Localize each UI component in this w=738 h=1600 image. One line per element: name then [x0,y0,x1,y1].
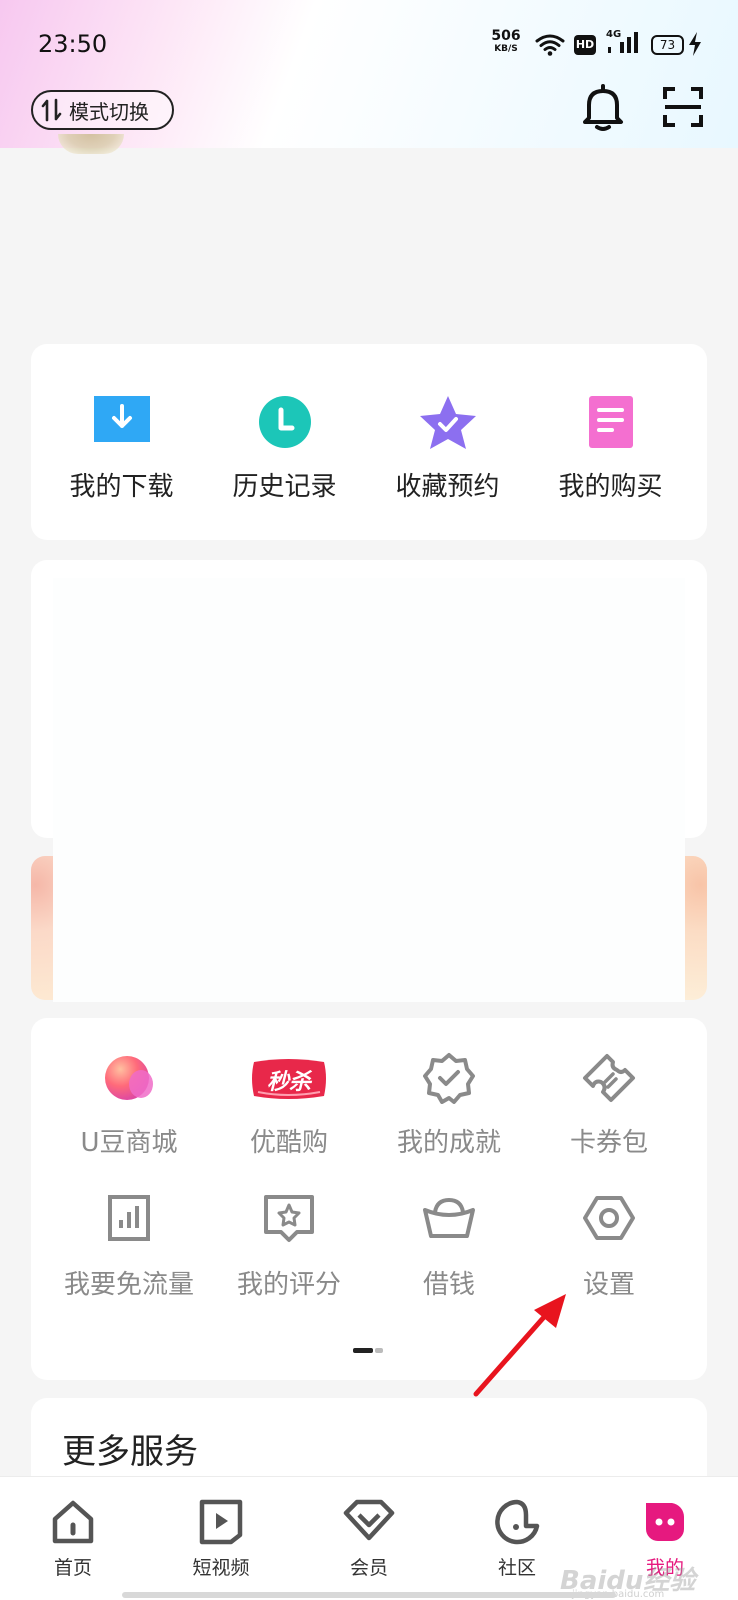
mode-switch-button[interactable]: 模式切换 [31,90,174,130]
play-icon [199,1499,243,1545]
service-label: U豆商城 [80,1128,178,1158]
quick-item-favorites[interactable]: 收藏预约 [363,344,532,540]
rating-icon [264,1195,314,1242]
clock-icon [258,396,311,448]
wifi-icon [535,34,565,56]
flash-sale-badge: 秒杀 [266,1070,311,1095]
tab-label: 短视频 [192,1557,250,1579]
scan-icon[interactable] [663,87,703,127]
service-my-rating[interactable]: 我的评分 [209,1194,369,1304]
banner-carousel-edge [685,856,707,1000]
ticket-icon [583,1054,635,1102]
status-bar: 23:50 506 KB/S HD 4G 73 [0,0,738,90]
home-icon [52,1500,94,1544]
service-label: 我的成就 [396,1128,501,1158]
service-achievements[interactable]: 我的成就 [369,1052,529,1162]
network-speed-unit: KB/S [494,44,518,54]
settings-hex-icon [583,1196,635,1240]
mode-switch-label: 模式切换 [69,99,149,124]
ingot-icon [423,1197,475,1238]
quick-item-history[interactable]: 历史记录 [200,344,369,540]
service-label: 卡券包 [569,1128,648,1158]
battery-indicator: 73 [651,35,684,55]
annotation-arrow-icon [473,1294,566,1397]
charging-icon [689,32,701,56]
achievement-badge-icon [423,1053,475,1104]
hd-badge: HD [574,35,596,55]
more-services-title: 更多服务 [62,1432,198,1472]
banner-carousel-edge [31,856,53,1000]
swap-icon [41,98,62,122]
service-coupons[interactable]: 卡券包 [529,1052,689,1162]
quick-item-label: 收藏预约 [395,472,500,502]
avatar[interactable] [58,134,124,154]
page-dot [375,1348,383,1353]
service-free-data[interactable]: 我要免流量 [49,1194,209,1304]
quick-item-download[interactable]: 我的下载 [37,344,206,540]
home-indicator[interactable] [122,1592,616,1598]
bell-icon[interactable] [580,84,626,132]
star-icon [419,396,476,449]
service-youku-buy[interactable]: 秒杀 优酷购 [209,1052,369,1162]
quick-item-label: 我的下载 [69,472,174,502]
blank-overlay [53,578,685,1002]
service-label: 我的评分 [236,1270,341,1300]
quick-item-label: 我的购买 [558,472,663,502]
profile-icon [646,1503,685,1541]
network-speed: 506 KB/S [490,28,522,56]
download-icon [93,396,150,442]
page-dot-active [353,1348,373,1353]
tab-label: 首页 [53,1557,92,1579]
status-time: 23:50 [38,30,108,58]
quick-item-purchases[interactable]: 我的购买 [526,344,695,540]
tab-label: 社区 [497,1557,536,1579]
service-label: 我要免流量 [63,1270,194,1300]
services-card: U豆商城 秒杀 优酷购 我的成就 卡券包 我要免流量 我的评分 借钱 设置 [31,1018,707,1380]
data-chart-icon [108,1195,150,1241]
tab-short-video[interactable]: 短视频 [161,1477,281,1600]
tab-home[interactable]: 首页 [13,1477,133,1600]
quick-item-label: 历史记录 [232,472,337,502]
service-label: 优酷购 [249,1128,328,1158]
tab-community[interactable]: 社区 [457,1477,577,1600]
signal-icon [608,32,638,53]
page-indicator [353,1340,383,1359]
quick-actions-card: 我的下载 历史记录 收藏预约 我的购买 [31,344,707,540]
document-icon [588,396,633,448]
tab-label: 会员 [349,1557,388,1579]
u-bean-icon [105,1056,153,1100]
diamond-icon [343,1499,395,1541]
community-icon [495,1499,540,1545]
service-u-bean-mall[interactable]: U豆商城 [49,1052,209,1162]
network-speed-value: 506 [491,28,521,44]
tab-membership[interactable]: 会员 [309,1477,429,1600]
